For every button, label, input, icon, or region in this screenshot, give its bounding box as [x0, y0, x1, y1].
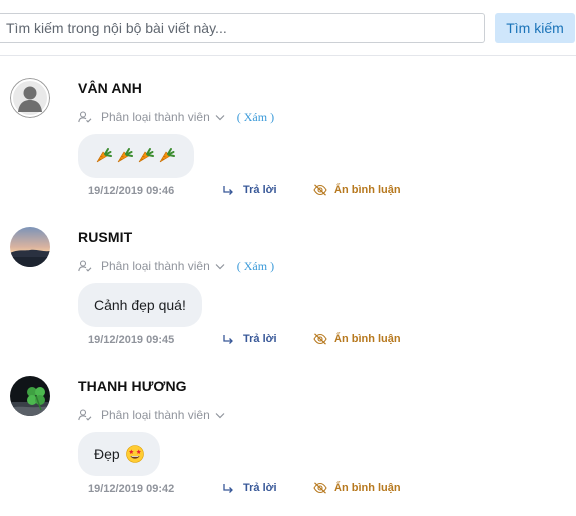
star-struck-emoji-icon	[125, 445, 144, 463]
eye-slash-icon	[313, 184, 327, 196]
reply-arrow-icon	[222, 483, 234, 494]
member-label: Phân loại thành viên	[101, 110, 210, 124]
comment-meta: 19/12/2019 09:46 Trả lời Ẩn bình luận	[88, 184, 488, 199]
comment-text: Đẹp	[94, 446, 120, 462]
hide-comment-button[interactable]: Ẩn bình luận	[313, 184, 401, 196]
user-check-icon	[78, 409, 92, 421]
hide-comment-button[interactable]: Ẩn bình luận	[313, 333, 401, 345]
member-classification[interactable]: Phân loại thành viên	[78, 406, 225, 424]
comment-item: THANH HƯƠNG Phân loại thành viên Đẹp 19/…	[0, 376, 576, 516]
reply-arrow-icon	[222, 185, 234, 196]
timestamp: 19/12/2019 09:46	[88, 185, 175, 197]
hide-label: Ẩn bình luận	[334, 482, 401, 494]
avatar[interactable]	[10, 376, 50, 416]
comment-author[interactable]: THANH HƯƠNG	[78, 378, 187, 394]
reply-button[interactable]: Trả lời	[222, 184, 277, 196]
carrot-emoji-icon	[136, 147, 156, 165]
timestamp: 19/12/2019 09:45	[88, 334, 175, 346]
eye-slash-icon	[313, 333, 327, 345]
timestamp: 19/12/2019 09:42	[88, 483, 175, 495]
comment-item: VÂN ANH Phân loại thành viên ( Xám ) 19/…	[0, 78, 576, 218]
reply-label: Trả lời	[243, 184, 277, 196]
hide-label: Ẩn bình luận	[334, 333, 401, 345]
comment-bubble: Đẹp	[78, 432, 160, 476]
comment-meta: 19/12/2019 09:45 Trả lời Ẩn bình luận	[88, 333, 488, 348]
member-label: Phân loại thành viên	[101, 408, 210, 422]
chevron-down-icon	[215, 114, 225, 121]
comment-bubble: Cảnh đẹp quá!	[78, 283, 202, 327]
user-check-icon	[78, 260, 92, 272]
reply-label: Trả lời	[243, 333, 277, 345]
search-input[interactable]	[0, 13, 485, 43]
view-link[interactable]: ( Xám )	[237, 259, 274, 274]
carrot-emoji-icon	[94, 147, 114, 165]
default-user-avatar-icon	[10, 78, 50, 118]
reply-button[interactable]: Trả lời	[222, 482, 277, 494]
comment-item: RUSMIT Phân loại thành viên ( Xám ) Cảnh…	[0, 227, 576, 367]
chevron-down-icon	[215, 412, 225, 419]
four-leaf-clover-avatar-icon	[10, 376, 50, 416]
hide-comment-button[interactable]: Ẩn bình luận	[313, 482, 401, 494]
search-button[interactable]: Tìm kiếm	[495, 13, 575, 43]
hide-label: Ẩn bình luận	[334, 184, 401, 196]
reply-label: Trả lời	[243, 482, 277, 494]
sunset-landscape-avatar-icon	[10, 227, 50, 267]
member-label: Phân loại thành viên	[101, 259, 210, 273]
member-classification[interactable]: Phân loại thành viên ( Xám )	[78, 257, 274, 275]
user-check-icon	[78, 111, 92, 123]
carrot-emoji-icon	[115, 147, 135, 165]
comment-bubble	[78, 134, 194, 178]
reply-button[interactable]: Trả lời	[222, 333, 277, 345]
member-classification[interactable]: Phân loại thành viên ( Xám )	[78, 108, 274, 126]
avatar[interactable]	[10, 227, 50, 267]
comment-author[interactable]: RUSMIT	[78, 229, 132, 245]
carrot-emoji-icon	[157, 147, 177, 165]
reply-arrow-icon	[222, 334, 234, 345]
divider	[0, 55, 576, 56]
view-link[interactable]: ( Xám )	[237, 110, 274, 125]
comment-author[interactable]: VÂN ANH	[78, 80, 142, 96]
chevron-down-icon	[215, 263, 225, 270]
eye-slash-icon	[313, 482, 327, 494]
avatar[interactable]	[10, 78, 50, 118]
search-bar: Tìm kiếm	[0, 13, 576, 43]
comment-text: Cảnh đẹp quá!	[94, 297, 186, 313]
comment-meta: 19/12/2019 09:42 Trả lời Ẩn bình luận	[88, 482, 488, 497]
